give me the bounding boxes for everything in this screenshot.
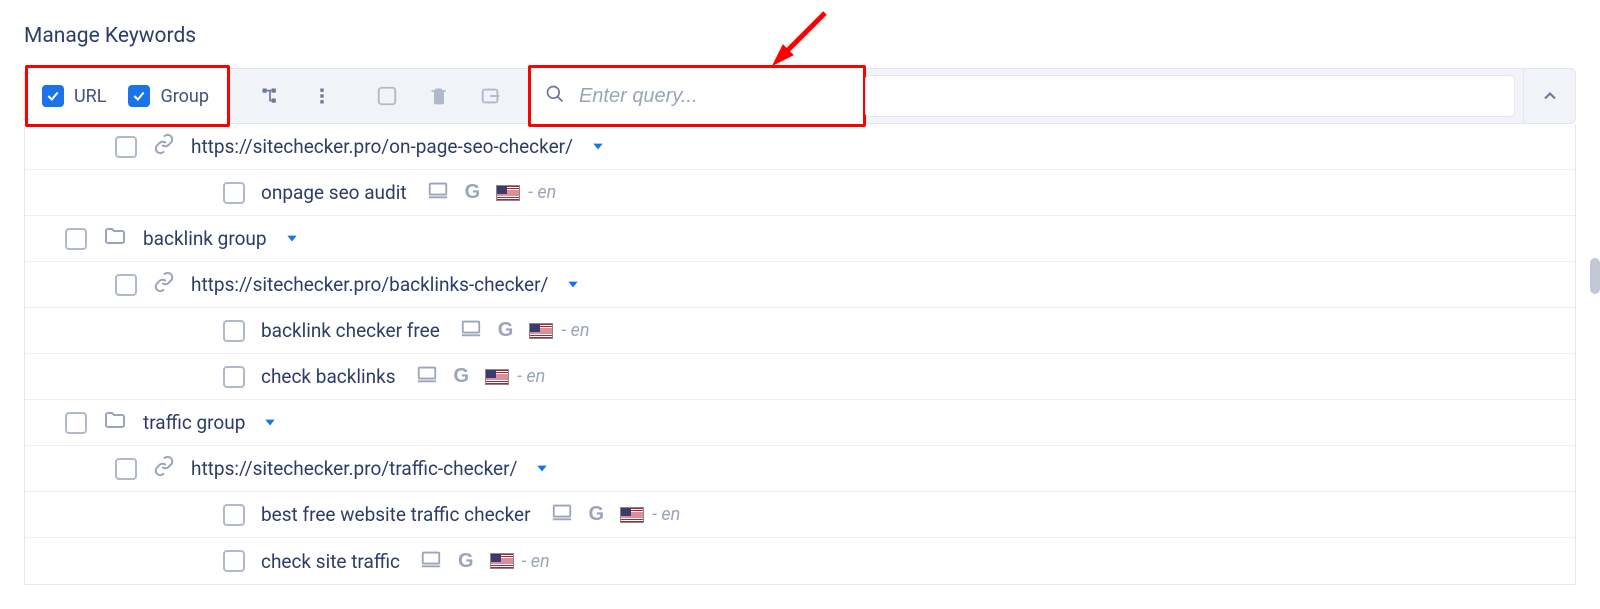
group-row[interactable]: backlink group	[25, 216, 1575, 262]
select-all-checkbox[interactable]	[367, 76, 407, 116]
url-row[interactable]: https://sitechecker.pro/traffic-checker/	[25, 446, 1575, 492]
row-checkbox[interactable]	[65, 412, 87, 434]
keyword-row[interactable]: check site traffic G - en	[25, 538, 1575, 584]
caret-down-icon[interactable]	[566, 273, 580, 296]
keyword-text: best free website traffic checker	[261, 503, 531, 526]
group-row[interactable]: traffic group	[25, 400, 1575, 446]
url-row[interactable]: https://sitechecker.pro/on-page-seo-chec…	[25, 124, 1575, 170]
desktop-icon	[420, 548, 442, 575]
search-icon	[545, 84, 565, 108]
view-toggles-highlight: URL Group	[25, 65, 230, 127]
group-label: traffic group	[143, 411, 245, 434]
url-label: https://sitechecker.pro/backlinks-checke…	[191, 273, 548, 296]
tree-structure-button[interactable]	[250, 76, 290, 116]
collapse-button[interactable]	[1523, 69, 1575, 123]
us-flag-icon	[490, 553, 514, 569]
locale-label: - en	[522, 551, 550, 572]
row-checkbox[interactable]	[115, 274, 137, 296]
keyword-row[interactable]: onpage seo audit G - en	[25, 170, 1575, 216]
keyword-row[interactable]: check backlinks G - en	[25, 354, 1575, 400]
row-checkbox[interactable]	[115, 136, 137, 158]
row-checkbox[interactable]	[223, 320, 245, 342]
link-icon	[153, 271, 175, 298]
us-flag-icon	[496, 185, 520, 201]
keyword-row[interactable]: best free website traffic checker G - en	[25, 492, 1575, 538]
google-icon: G	[458, 550, 474, 573]
keyword-row[interactable]: backlink checker free G - en	[25, 308, 1575, 354]
caret-down-icon[interactable]	[591, 135, 605, 158]
google-icon: G	[498, 319, 514, 342]
locale-label: - en	[528, 182, 556, 203]
more-options-button[interactable]	[302, 76, 342, 116]
caret-down-icon[interactable]	[535, 457, 549, 480]
scrollbar-thumb[interactable]	[1590, 258, 1600, 294]
delete-button[interactable]	[419, 76, 459, 116]
caret-down-icon[interactable]	[263, 411, 277, 434]
desktop-icon	[551, 501, 573, 528]
folder-icon	[103, 224, 127, 253]
url-label: https://sitechecker.pro/on-page-seo-chec…	[191, 135, 573, 158]
folder-icon	[103, 408, 127, 437]
google-icon: G	[465, 181, 481, 204]
desktop-icon	[460, 317, 482, 344]
move-button[interactable]	[471, 76, 511, 116]
keyword-tree: https://sitechecker.pro/on-page-seo-chec…	[24, 124, 1576, 585]
keyword-text: check site traffic	[261, 550, 400, 573]
search-input[interactable]	[577, 84, 849, 109]
locale-label: - en	[517, 366, 545, 387]
link-icon	[153, 455, 175, 482]
keyword-text: onpage seo audit	[261, 181, 407, 204]
link-icon	[153, 133, 175, 160]
desktop-icon	[416, 363, 438, 390]
us-flag-icon	[529, 323, 553, 339]
caret-down-icon[interactable]	[285, 227, 299, 250]
locale-label: - en	[652, 504, 680, 525]
row-checkbox[interactable]	[115, 458, 137, 480]
url-toggle-label: URL	[74, 86, 106, 107]
search-box-extension[interactable]	[865, 75, 1515, 117]
row-checkbox[interactable]	[65, 228, 87, 250]
group-toggle-checkbox[interactable]	[128, 85, 150, 107]
url-row[interactable]: https://sitechecker.pro/backlinks-checke…	[25, 262, 1575, 308]
row-checkbox[interactable]	[223, 550, 245, 572]
url-toggle-checkbox[interactable]	[42, 85, 64, 107]
google-icon: G	[454, 365, 470, 388]
keyword-text: backlink checker free	[261, 319, 440, 342]
keyword-text: check backlinks	[261, 365, 396, 388]
google-icon: G	[589, 503, 605, 526]
row-checkbox[interactable]	[223, 366, 245, 388]
us-flag-icon	[485, 369, 509, 385]
toolbar-actions	[230, 69, 531, 123]
toolbar: URL Group	[24, 68, 1576, 124]
row-checkbox[interactable]	[223, 504, 245, 526]
desktop-icon	[427, 179, 449, 206]
group-label: backlink group	[143, 227, 267, 250]
locale-label: - en	[561, 320, 589, 341]
url-label: https://sitechecker.pro/traffic-checker/	[191, 457, 517, 480]
row-checkbox[interactable]	[223, 182, 245, 204]
annotation-arrow	[765, 3, 835, 77]
group-toggle-label: Group	[160, 86, 208, 107]
us-flag-icon	[620, 507, 644, 523]
